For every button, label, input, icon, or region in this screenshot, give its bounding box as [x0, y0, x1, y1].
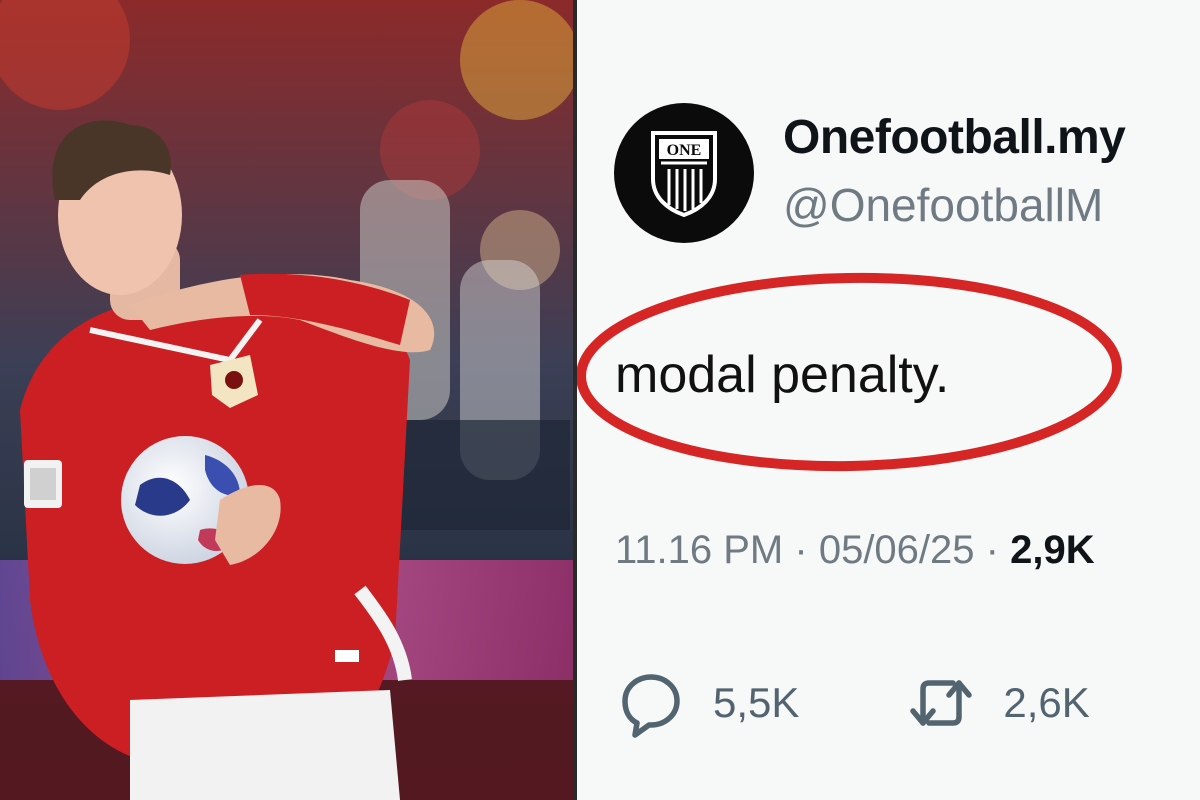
view-count[interactable]: 2,9K: [1010, 528, 1095, 572]
player-photo: [0, 0, 573, 800]
tweet-actions: 5,5K 2,6K: [615, 668, 1090, 738]
reply-button[interactable]: 5,5K: [615, 667, 799, 739]
retweet-icon: [910, 680, 973, 726]
profile-avatar[interactable]: ONE: [614, 103, 754, 243]
reply-icon: [622, 674, 680, 738]
tweet-date[interactable]: 05/06/25: [819, 528, 975, 572]
user-handle[interactable]: @OnefootballM: [783, 178, 1103, 232]
image-root: ONE Onefootball.my @OnefootballM modal p…: [0, 0, 1200, 800]
retweet-count: 2,6K: [1003, 679, 1090, 726]
red-circle-annotation: [577, 272, 1122, 472]
svg-text:ONE: ONE: [667, 142, 702, 159]
tweet-time[interactable]: 11.16 PM: [615, 528, 783, 572]
tweet-card: ONE Onefootball.my @OnefootballM modal p…: [577, 0, 1200, 800]
meta-separator: ·: [985, 528, 999, 572]
display-name[interactable]: Onefootball.my: [783, 110, 1126, 165]
reply-count: 5,5K: [713, 679, 800, 726]
player-photo-illustration: [0, 0, 573, 800]
retweet-button[interactable]: 2,6K: [905, 667, 1090, 739]
onefootball-logo-icon: ONE: [651, 131, 717, 217]
tweet-meta: 11.16 PM · 05/06/25 · 2,9K: [615, 528, 1095, 573]
meta-separator: ·: [794, 528, 808, 572]
